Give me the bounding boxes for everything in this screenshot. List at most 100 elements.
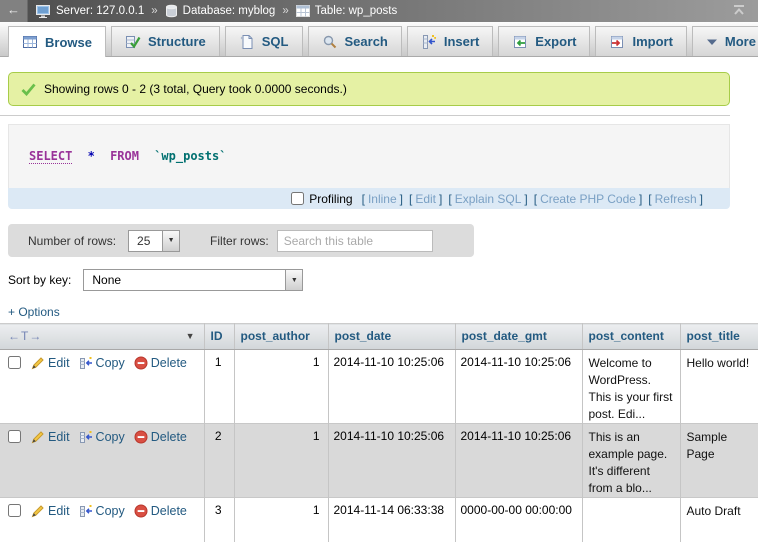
- copy-action[interactable]: Copy: [79, 504, 125, 518]
- inline-link[interactable]: Inline: [368, 192, 397, 206]
- edit-link[interactable]: Edit: [48, 430, 70, 444]
- sql-query-text: SELECT * FROM `wp_posts`: [8, 124, 730, 188]
- column-header-post-content[interactable]: post_content: [582, 324, 680, 350]
- filter-rows-input[interactable]: [277, 230, 433, 252]
- profiling-checkbox[interactable]: [291, 192, 304, 205]
- row-checkbox[interactable]: [8, 430, 21, 443]
- cell-id: 1: [204, 350, 234, 424]
- cell-post-author: 1: [234, 498, 328, 542]
- delete-icon: [134, 430, 148, 444]
- edit-action[interactable]: Edit: [31, 430, 70, 444]
- sql-keyword-select: SELECT: [29, 149, 72, 164]
- table-row: EditCopyDelete 2 1 2014-11-10 10:25:06 2…: [0, 424, 758, 498]
- refresh-link[interactable]: Refresh: [655, 192, 697, 206]
- cell-post-date-gmt: 0000-00-00 00:00:00: [455, 498, 582, 542]
- collapse-icon[interactable]: [732, 4, 746, 19]
- column-header-post-title[interactable]: post_title: [680, 324, 758, 350]
- cell-post-title: Hello world!: [680, 350, 758, 424]
- edit-action[interactable]: Edit: [31, 356, 70, 370]
- pencil-icon: [31, 430, 45, 444]
- search-icon: [322, 34, 338, 50]
- delete-link[interactable]: Delete: [151, 504, 187, 518]
- tab-more[interactable]: More: [692, 26, 758, 56]
- column-header-post-date[interactable]: post_date: [328, 324, 455, 350]
- number-of-rows-select[interactable]: 25 ▼: [128, 230, 180, 252]
- copy-action[interactable]: Copy: [79, 356, 125, 370]
- tab-import[interactable]: Import: [595, 26, 686, 56]
- tab-bar: Browse Structure SQL Search Insert Expor…: [0, 22, 758, 57]
- edit-query-link[interactable]: Edit: [415, 192, 436, 206]
- copy-link[interactable]: Copy: [96, 356, 125, 370]
- cell-post-content: Welcome to WordPress. This is your first…: [582, 350, 680, 424]
- tab-label: Export: [535, 34, 576, 49]
- bracket: [: [534, 192, 537, 206]
- pencil-icon: [31, 504, 45, 518]
- bracket: ]: [639, 192, 642, 206]
- actions-dropdown-icon[interactable]: ▼: [186, 331, 196, 341]
- breadcrumb-bar: ← Server: 127.0.0.1 » Database: myblog »…: [0, 0, 758, 22]
- chevron-down-icon[interactable]: ▼: [162, 231, 179, 251]
- edit-action[interactable]: Edit: [31, 504, 70, 518]
- delete-action[interactable]: Delete: [134, 504, 187, 518]
- tab-insert[interactable]: Insert: [407, 26, 493, 56]
- insert-icon: [421, 34, 437, 50]
- delete-link[interactable]: Delete: [151, 430, 187, 444]
- copy-icon: [79, 430, 93, 444]
- divider: [0, 115, 730, 116]
- tab-export[interactable]: Export: [498, 26, 590, 56]
- chevron-down-icon[interactable]: ▼: [285, 270, 302, 290]
- delete-icon: [134, 356, 148, 370]
- breadcrumb-table[interactable]: Table: wp_posts: [315, 5, 397, 17]
- bracket: [: [362, 192, 365, 206]
- column-header-id[interactable]: ID: [204, 324, 234, 350]
- row-checkbox[interactable]: [8, 504, 21, 517]
- column-header-post-author[interactable]: post_author: [234, 324, 328, 350]
- options-toggle-link[interactable]: + Options: [8, 305, 60, 319]
- edit-link[interactable]: Edit: [48, 356, 70, 370]
- bracket: ]: [524, 192, 527, 206]
- delete-link[interactable]: Delete: [151, 356, 187, 370]
- bracket: ]: [700, 192, 703, 206]
- sql-icon: [239, 34, 255, 50]
- browse-icon: [22, 34, 38, 50]
- bracket: [: [648, 192, 651, 206]
- breadcrumb-server[interactable]: Server: 127.0.0.1: [56, 5, 144, 17]
- structure-icon: [125, 34, 141, 50]
- nav-panel-toggle-button[interactable]: ←: [0, 0, 28, 22]
- create-php-code-link[interactable]: Create PHP Code: [540, 192, 636, 206]
- check-icon: [21, 83, 36, 96]
- tab-browse[interactable]: Browse: [8, 26, 106, 57]
- delete-action[interactable]: Delete: [134, 430, 187, 444]
- tab-structure[interactable]: Structure: [111, 26, 220, 56]
- copy-icon: [79, 504, 93, 518]
- breadcrumb-database[interactable]: Database: myblog: [183, 5, 276, 17]
- copy-action[interactable]: Copy: [79, 430, 125, 444]
- sort-by-key-select[interactable]: None ▼: [83, 269, 303, 291]
- tab-label: Insert: [444, 34, 479, 49]
- rows-controls-bar: Number of rows: 25 ▼ Filter rows:: [8, 224, 474, 257]
- row-checkbox[interactable]: [8, 356, 21, 369]
- delete-action[interactable]: Delete: [134, 356, 187, 370]
- edit-link[interactable]: Edit: [48, 504, 70, 518]
- cell-post-content: [582, 498, 680, 542]
- tab-label: Import: [632, 34, 672, 49]
- table-header-row: ←T→ ▼ ID post_author post_date post_date…: [0, 324, 758, 350]
- transpose-control[interactable]: ←T→: [8, 329, 42, 343]
- delete-icon: [134, 504, 148, 518]
- explain-sql-link[interactable]: Explain SQL: [455, 192, 522, 206]
- tab-sql[interactable]: SQL: [225, 26, 303, 56]
- cell-post-date-gmt: 2014-11-10 10:25:06: [455, 424, 582, 498]
- tab-search[interactable]: Search: [308, 26, 402, 56]
- sql-keyword-from: FROM: [110, 149, 139, 163]
- copy-link[interactable]: Copy: [96, 430, 125, 444]
- column-header-post-date-gmt[interactable]: post_date_gmt: [455, 324, 582, 350]
- copy-link[interactable]: Copy: [96, 504, 125, 518]
- tab-label: More: [725, 34, 756, 49]
- table-icon: [296, 5, 310, 17]
- bracket: ]: [400, 192, 403, 206]
- filter-rows-label: Filter rows:: [210, 234, 269, 248]
- pencil-icon: [31, 356, 45, 370]
- bracket: ]: [439, 192, 442, 206]
- results-table: ←T→ ▼ ID post_author post_date post_date…: [0, 323, 758, 542]
- sort-by-key-label: Sort by key:: [8, 273, 71, 287]
